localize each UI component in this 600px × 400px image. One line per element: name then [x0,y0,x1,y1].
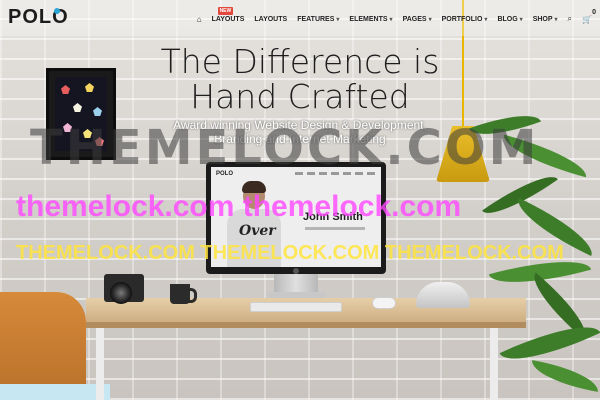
keyboard [250,302,342,312]
nav-item-layouts[interactable]: LAYOUTS [254,16,287,23]
cart-count: 0 [592,8,596,16]
polygon-shape [85,83,94,92]
camera-lens [110,282,132,304]
chair-seat [0,384,110,400]
desk-leg [96,328,104,400]
hero-title: The Difference is Hand Crafted [140,44,460,114]
nav-item-portfolio[interactable]: PORTFOLIO ▾ [442,16,488,23]
polygon-shape [61,85,70,94]
chevron-down-icon: ▾ [519,16,523,23]
hero-scene: POLO Over John Smith The Difference is H… [0,0,600,400]
nav-item-label: BLOG [497,15,518,23]
nav-item-blog[interactable]: BLOG ▾ [497,16,522,23]
chevron-down-icon: ▾ [336,16,340,23]
desk-leg [490,328,498,400]
nav-item-label: ELEMENTS [349,15,388,23]
polygon-shape [73,103,82,112]
desk-edge [86,322,526,328]
nav-item-layouts-new[interactable]: NEW LAYOUTS [211,6,245,23]
search-icon[interactable]: ⌕ [568,14,572,24]
nav-item-pages[interactable]: PAGES ▾ [403,16,432,23]
nav-item-label: SHOP [532,15,553,23]
nav-item-label: PORTFOLIO [441,15,483,23]
nav-item-shop[interactable]: SHOP ▾ [533,16,558,23]
nav-item-label: LAYOUTS [211,15,245,23]
watermark-large: THEMELOCK.COM [30,120,540,176]
polygon-shape [93,107,102,116]
nav-item-features[interactable]: FEATURES ▾ [297,16,339,23]
screen-tagline [305,227,365,230]
monitor-stand [274,274,318,294]
hero-title-line1: The Difference is [160,42,440,81]
headphones [416,282,470,308]
header: POLO ⌂ NEW LAYOUTS LAYOUTS FEATURES ▾ ELE… [0,0,600,36]
chevron-down-icon: ▾ [428,16,432,23]
main-nav: ⌂ NEW LAYOUTS LAYOUTS FEATURES ▾ ELEMENTS… [197,6,596,26]
cup-handle [186,288,197,303]
nav-item-label: PAGES [402,15,427,23]
chevron-down-icon: ▾ [484,16,488,23]
chevron-down-icon: ▾ [554,16,558,23]
home-icon[interactable]: ⌂ [197,15,202,24]
nav-item-elements[interactable]: ELEMENTS ▾ [349,16,392,23]
mouse [372,297,396,309]
chevron-down-icon: ▾ [389,16,393,23]
logo-dot [54,8,60,14]
shirt-text: Over [239,223,276,239]
cart-icon[interactable]: 🛒 0 [582,9,596,24]
watermark-pink: themelock.com themelock.com [16,190,462,223]
hero-title-line2: Hand Crafted [190,77,410,116]
new-badge: NEW [217,6,234,15]
nav-item-label: FEATURES [297,15,335,23]
nav-item-label: LAYOUTS [254,15,288,23]
watermark-yellow: THEMELOCK.COM THEMELOCK.COM THEMELOCK.CO… [16,242,564,264]
